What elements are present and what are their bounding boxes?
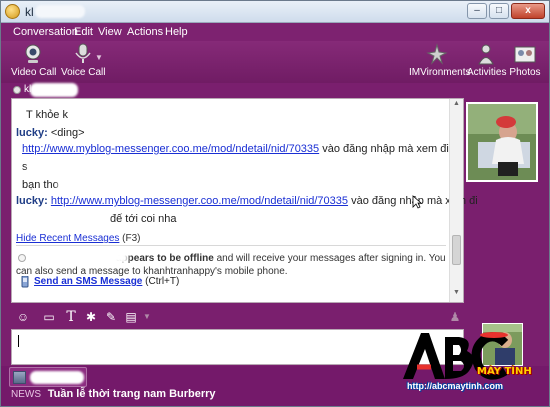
message-sender: lucky: [16, 127, 48, 139]
redacted-text [28, 160, 144, 174]
menu-actions[interactable]: Actions [127, 26, 163, 38]
imvironments-label: IMVironments [409, 67, 471, 78]
webcam-icon [21, 43, 45, 65]
message-line: s [22, 161, 28, 173]
contact-tab-icon [13, 371, 26, 384]
messenger-window: kl – □ x Conversation Edit View Actions … [0, 0, 550, 407]
nudge-icon[interactable]: ▭ [41, 309, 57, 325]
watermark-url: http://abcmaytinh.com [407, 381, 504, 391]
photos-button[interactable]: Photos [509, 41, 541, 81]
close-button[interactable]: x [511, 3, 545, 19]
video-call-label: Video Call [11, 67, 57, 78]
main-toolbar: Video Call Voice Call ▼ IMVironments Act… [1, 41, 549, 83]
menu-bar: Conversation Edit View Actions Help [1, 23, 549, 41]
emoticon-icon[interactable]: ☺ [15, 309, 31, 325]
hide-recent-shortcut: (F3) [122, 233, 141, 244]
watermark-brand: MÁY TÍNH [477, 366, 532, 377]
message-link[interactable]: http://www.myblog-messenger.coo.me/mod/n… [22, 143, 319, 155]
maximize-button[interactable]: □ [489, 3, 509, 19]
offline-bold: appears to be offline [116, 253, 214, 264]
news-headline[interactable]: Tuần lễ thời trang nam Burberry [48, 388, 216, 400]
photos-icon [513, 43, 537, 65]
imvironments-button[interactable]: IMVironments [409, 41, 471, 81]
scroll-down-icon[interactable]: ▼ [450, 289, 463, 301]
message-line: lucky: <ding> [16, 127, 85, 139]
message-line: đế tới coi nha [110, 213, 177, 225]
activities-label: Activities [467, 67, 507, 78]
hide-recent-messages: Hide Recent Messages (F3) [16, 233, 141, 244]
photos-label: Photos [509, 67, 541, 78]
microphone-icon [71, 43, 95, 65]
activities-icon [474, 43, 498, 65]
chevron-down-icon[interactable]: ▼ [95, 53, 103, 62]
message-text: vào đăng nhập mà xem đi [322, 143, 449, 155]
sms-icon [20, 275, 31, 288]
activities-button[interactable]: Activities [467, 41, 507, 81]
minimize-button[interactable]: – [467, 3, 487, 19]
redacted-text [58, 178, 144, 192]
contact-silhouette-icon: ♟ [449, 310, 461, 324]
menu-help[interactable]: Help [165, 26, 188, 38]
conversation-tab[interactable] [9, 367, 87, 387]
yahoo-messenger-icon [5, 4, 20, 19]
video-call-button[interactable]: Video Call [11, 41, 57, 81]
message-line: http://www.myblog-messenger.coo.me/mod/n… [22, 143, 449, 155]
redacted-text [30, 251, 128, 264]
menu-view[interactable]: View [98, 26, 122, 38]
mouse-cursor-icon [412, 195, 422, 209]
message-sender: lucky: [16, 195, 48, 207]
redacted-status [30, 83, 78, 97]
status-dot-icon [13, 86, 21, 94]
scroll-thumb[interactable] [452, 235, 461, 265]
insert-menu-chevron-icon[interactable]: ▼ [139, 309, 155, 325]
abc-maytinh-watermark: MÁY TÍNH http://abcmaytinh.com [399, 327, 547, 397]
message-link[interactable]: http://www.myblog-messenger.coo.me/mod/n… [51, 195, 348, 207]
title-bar: kl – □ x [1, 1, 549, 23]
divider [16, 245, 446, 246]
message-text: <ding> [50, 127, 85, 139]
insert-icon[interactable]: ▤ [123, 309, 139, 325]
contact-status-line: kl [1, 83, 549, 97]
text-caret [18, 335, 19, 347]
audible-icon[interactable]: ✱ [83, 309, 99, 325]
sms-shortcut: (Ctrl+T) [145, 276, 180, 287]
message-line: lucky: http://www.myblog-messenger.coo.m… [16, 195, 478, 207]
sms-row: Send an SMS Message (Ctrl+T) [21, 275, 180, 288]
news-ticker: NEWS Tuần lễ thời trang nam Burberry [11, 388, 216, 400]
conversation-scrollbar[interactable]: ▲ ▼ [449, 99, 463, 302]
news-label: NEWS [11, 389, 41, 400]
format-toolbar: ☺ ▭ T ✱ ✎ ▤ ▼ ♟ [11, 306, 464, 328]
menu-edit[interactable]: Edit [74, 26, 93, 38]
menu-conversation[interactable]: Conversation [13, 26, 78, 38]
text-format-icon[interactable]: T [63, 309, 79, 325]
message-input[interactable] [11, 329, 464, 365]
voice-call-label: Voice Call [61, 67, 106, 78]
imvironments-icon [425, 43, 449, 65]
scroll-up-icon[interactable]: ▲ [450, 100, 463, 112]
contact-avatar[interactable] [466, 102, 538, 182]
send-sms-link[interactable]: Send an SMS Message [34, 276, 142, 287]
paperclip-icon[interactable]: ✎ [103, 309, 119, 325]
redacted-tab-name [30, 371, 84, 384]
conversation-pane[interactable]: T khỏe k lucky: <ding> http://www.myblog… [11, 98, 478, 303]
redacted-text [40, 211, 108, 225]
message-line: T khỏe k [26, 109, 68, 121]
redacted-name [35, 5, 85, 18]
hide-recent-link[interactable]: Hide Recent Messages [16, 233, 119, 244]
message-line: bạn tho [22, 179, 59, 191]
window-title: kl [25, 5, 34, 19]
